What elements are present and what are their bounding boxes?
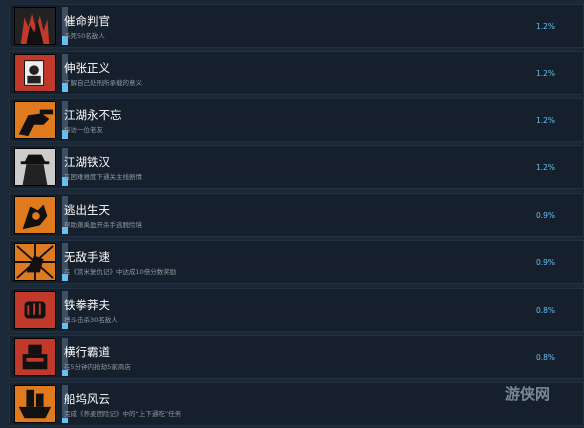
- achievement-description: 在5分钟内抢劫5家商店: [64, 363, 131, 371]
- achievement-title: 江湖永不忘: [64, 108, 122, 122]
- unlock-percentage: 1.2%: [535, 22, 555, 31]
- unlock-rate-fill: [62, 417, 68, 423]
- achievement-row[interactable]: 铁拳莽夫搏斗击杀30名敌人 0.8%: [9, 288, 584, 332]
- cash-register-icon: [14, 338, 56, 376]
- achievement-title: 催命判官: [64, 14, 110, 28]
- fist-icon: [14, 291, 56, 329]
- dark-hands-icon: [14, 7, 56, 45]
- achievement-description: 了解自己处刑所承载的意义: [64, 79, 142, 87]
- achievement-title: 无敌手速: [64, 250, 110, 264]
- achievement-title: 江湖铁汉: [64, 155, 110, 169]
- achievement-row[interactable]: 船坞风云完成《荞麦团险记》中的“上下通吃”任务: [9, 382, 584, 426]
- achievement-row[interactable]: 无敌手速在《赏米复仇记》中达成10倍分数奖励 0.9%: [9, 240, 584, 284]
- achievement-description: 帮助萧禹盈开杀手逃脱险境: [64, 221, 142, 229]
- achievement-title: 铁拳莽夫: [64, 298, 110, 312]
- achievement-title: 逃出生天: [64, 203, 110, 217]
- achievement-description: 在《赏米复仇记》中达成10倍分数奖励: [64, 268, 177, 276]
- watermark: 游侠网: [505, 385, 551, 403]
- achievement-row[interactable]: 江湖铁汉在困难难度下通关主线剧情 1.2%: [9, 145, 584, 189]
- achievement-row[interactable]: 伸张正义了解自己处刑所承载的意义 1.2%: [9, 51, 584, 95]
- achievement-row[interactable]: 江湖永不忘探访一位老友 1.2%: [9, 98, 584, 142]
- escape-hand-icon: [14, 196, 56, 234]
- gunman-icon: [14, 101, 56, 139]
- unlock-percentage: 0.9%: [535, 258, 555, 267]
- unlock-percentage: 0.9%: [535, 211, 555, 220]
- achievement-title: 伸张正义: [64, 61, 110, 75]
- ship-icon: [14, 385, 56, 423]
- achievement-description: 杀死50名敌人: [64, 32, 105, 40]
- card-face-icon: [14, 54, 56, 92]
- unlock-percentage: 1.2%: [535, 116, 555, 125]
- fast-hand-icon: [14, 243, 56, 281]
- achievement-description: 完成《荞麦团险记》中的“上下通吃”任务: [64, 410, 182, 418]
- achievement-row[interactable]: 催命判官杀死50名敌人 1.2%: [9, 4, 584, 48]
- unlock-percentage: 1.2%: [535, 69, 555, 78]
- achievement-description: 探访一位老友: [64, 126, 103, 134]
- unlock-percentage: 1.2%: [535, 163, 555, 172]
- achievement-row[interactable]: 横行霸道在5分钟内抢劫5家商店 0.8%: [9, 335, 584, 379]
- achievement-row[interactable]: 逃出生天帮助萧禹盈开杀手逃脱险境 0.9%: [9, 193, 584, 237]
- achievement-list: 催命判官 杀死50名敌人 1.2% 伸张正义 了解自己处刑所承载的意义 1.2% 江湖永不忘…: [0, 0, 584, 428]
- achievement-description: 搏斗击杀30名敌人: [64, 316, 118, 324]
- fedora-man-icon: [14, 148, 56, 186]
- achievement-description: 在困难难度下通关主线剧情: [64, 173, 142, 181]
- achievement-title: 横行霸道: [64, 345, 110, 359]
- unlock-percentage: 0.8%: [535, 353, 555, 362]
- achievement-title: 船坞风云: [64, 392, 110, 406]
- unlock-percentage: 0.8%: [535, 306, 555, 315]
